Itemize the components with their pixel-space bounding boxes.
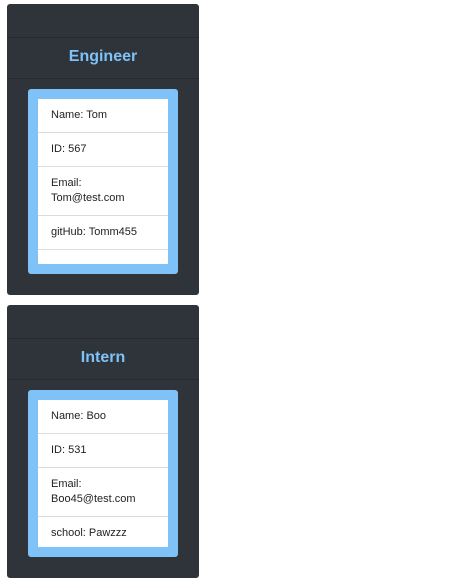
info-list: Name: Tom ID: 567 Email: Tom@test.com gi… <box>38 99 168 264</box>
id-field: ID: 567 <box>38 133 168 167</box>
email-field: Email: Tom@test.com <box>38 167 168 216</box>
engineer-card: Engineer Name: Tom ID: 567 Email: Tom@te… <box>7 4 199 295</box>
id-field: ID: 531 <box>38 434 168 468</box>
name-field: Name: Tom <box>38 99 168 133</box>
email-field: Email: Boo45@test.com <box>38 468 168 517</box>
empty-list-item <box>38 250 168 264</box>
name-field: Name: Boo <box>38 400 168 434</box>
intern-card: Intern Name: Boo ID: 531 Email: Boo45@te… <box>7 305 199 578</box>
info-frame: Name: Boo ID: 531 Email: Boo45@test.com … <box>28 390 178 557</box>
info-frame: Name: Tom ID: 567 Email: Tom@test.com gi… <box>28 89 178 274</box>
info-list: Name: Boo ID: 531 Email: Boo45@test.com … <box>38 400 168 547</box>
card-role-title: Engineer <box>7 38 199 79</box>
github-field: gitHub: Tomm455 <box>38 216 168 250</box>
card-header-bar <box>7 4 199 38</box>
card-header-bar <box>7 305 199 339</box>
card-role-title: Intern <box>7 339 199 380</box>
school-field: school: Pawzzz <box>51 527 127 539</box>
